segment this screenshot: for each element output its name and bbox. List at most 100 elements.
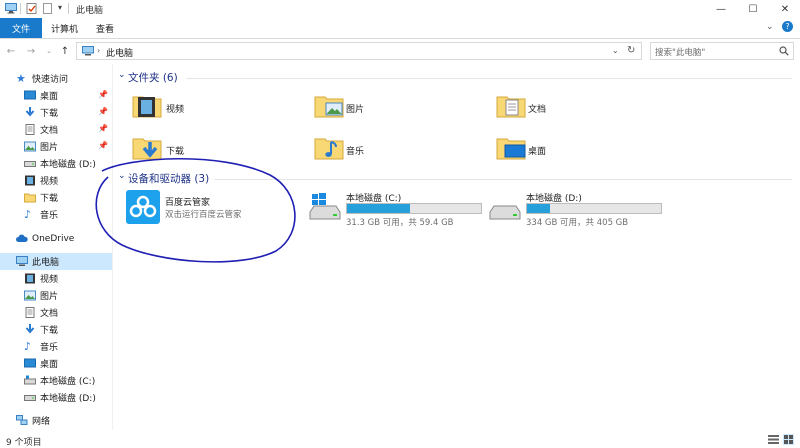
nav-onedrive[interactable]: OneDrive bbox=[0, 230, 112, 247]
nav-pc-desktop[interactable]: 桌面 bbox=[0, 355, 112, 372]
nav-pc-local-disk-c[interactable]: 本地磁盘 (C:) bbox=[0, 372, 112, 389]
drive-space-info: 334 GB 可用，共 405 GB bbox=[526, 218, 629, 228]
up-button[interactable]: ↑ bbox=[58, 44, 72, 58]
folder-tile-downloads[interactable]: 下载 bbox=[130, 132, 280, 166]
recent-locations-button[interactable]: ⌄ bbox=[42, 44, 56, 58]
pin-icon[interactable]: 📌 bbox=[98, 90, 108, 99]
drive-space-info: 31.3 GB 可用，共 59.4 GB bbox=[346, 218, 454, 228]
nav-pc-downloads[interactable]: 下载 bbox=[0, 321, 112, 338]
drive-tile-d[interactable]: 本地磁盘 (D:) 334 GB 可用，共 405 GB bbox=[486, 188, 664, 228]
nav-item-documents[interactable]: 文档 📌 bbox=[0, 121, 112, 138]
nav-label: 桌面 bbox=[40, 92, 59, 102]
desktop-icon bbox=[24, 90, 36, 100]
pin-icon[interactable]: 📌 bbox=[98, 107, 108, 116]
folder-label: 音乐 bbox=[346, 147, 365, 157]
breadcrumb-separator-icon: › bbox=[97, 46, 101, 55]
nav-pc-pictures[interactable]: 图片 bbox=[0, 287, 112, 304]
tiles-view-icon[interactable] bbox=[783, 434, 794, 445]
expand-ribbon-icon[interactable]: ⌄ bbox=[766, 22, 774, 32]
new-folder-icon[interactable] bbox=[42, 3, 54, 14]
nav-network[interactable]: 网络 bbox=[0, 412, 112, 429]
help-icon[interactable]: ? bbox=[782, 21, 793, 32]
collapse-chevron-icon[interactable]: ⌄ bbox=[118, 171, 126, 181]
tab-file[interactable]: 文件 bbox=[0, 18, 42, 38]
windows-drive-icon bbox=[24, 375, 36, 385]
music-icon: ♪ bbox=[24, 340, 32, 353]
close-button[interactable]: ✕ bbox=[768, 0, 800, 18]
tab-view[interactable]: 查看 bbox=[96, 18, 114, 38]
nav-label: 本地磁盘 (D:) bbox=[40, 394, 96, 404]
windows-drive-icon bbox=[309, 193, 341, 220]
nav-pc-music[interactable]: ♪ 音乐 bbox=[0, 338, 112, 355]
nav-label: 音乐 bbox=[40, 211, 59, 221]
breadcrumb-this-pc[interactable]: 此电脑 bbox=[106, 46, 133, 59]
window-title: 此电脑 bbox=[76, 6, 104, 16]
desktop-icon bbox=[24, 358, 36, 368]
ribbon-tabs: 文件 计算机 查看 ⌄ ? bbox=[0, 18, 800, 39]
document-folder-icon bbox=[496, 96, 526, 118]
nav-item-downloads-folder[interactable]: 下载 bbox=[0, 189, 112, 206]
maximize-button[interactable]: ☐ bbox=[736, 0, 770, 18]
folder-tile-pictures[interactable]: 图片 bbox=[312, 90, 462, 124]
nav-item-music[interactable]: ♪ 音乐 bbox=[0, 206, 112, 223]
nav-quick-access[interactable]: ★ 快速访问 bbox=[0, 70, 112, 87]
separator bbox=[20, 3, 21, 14]
app-tile-baidu-cloud[interactable]: 百度云管家 双击运行百度云管家 bbox=[124, 188, 284, 228]
minimize-button[interactable]: — bbox=[704, 0, 738, 18]
folder-tile-videos[interactable]: 视频 bbox=[130, 90, 280, 124]
forward-button[interactable]: → bbox=[24, 44, 38, 58]
drive-usage-bar bbox=[346, 203, 482, 214]
star-icon: ★ bbox=[16, 72, 26, 85]
details-view-icon[interactable] bbox=[768, 435, 779, 444]
search-input[interactable]: 搜索"此电脑" bbox=[655, 46, 705, 58]
tab-computer[interactable]: 计算机 bbox=[51, 18, 78, 38]
folder-tile-desktop[interactable]: 桌面 bbox=[494, 132, 644, 166]
address-dropdown-icon[interactable]: ⌄ bbox=[612, 46, 619, 55]
nav-pc-local-disk-d[interactable]: 本地磁盘 (D:) bbox=[0, 389, 112, 406]
separator bbox=[68, 3, 69, 14]
pin-icon[interactable]: 📌 bbox=[98, 141, 108, 150]
collapse-chevron-icon[interactable]: ⌄ bbox=[118, 70, 126, 80]
folder-icon bbox=[24, 193, 36, 203]
back-button[interactable]: ← bbox=[4, 44, 18, 58]
nav-item-pictures[interactable]: 图片 📌 bbox=[0, 138, 112, 155]
nav-item-videos[interactable]: 视频 bbox=[0, 172, 112, 189]
baidu-cloud-icon bbox=[126, 190, 160, 224]
nav-item-downloads[interactable]: 下载 📌 bbox=[0, 104, 112, 121]
devices-group-header[interactable]: 设备和驱动器 (3) bbox=[128, 171, 209, 186]
nav-pc-documents[interactable]: 文档 bbox=[0, 304, 112, 321]
picture-icon bbox=[24, 141, 36, 152]
folders-group-header[interactable]: 文件夹 (6) bbox=[128, 70, 178, 85]
picture-icon bbox=[24, 290, 36, 301]
refresh-icon[interactable]: ↻ bbox=[627, 45, 635, 56]
nav-label: 视频 bbox=[40, 177, 59, 187]
computer-icon[interactable] bbox=[5, 3, 17, 14]
nav-label: 音乐 bbox=[40, 343, 59, 353]
download-icon bbox=[25, 107, 35, 117]
download-folder-icon bbox=[132, 138, 162, 160]
app-name: 百度云管家 bbox=[165, 198, 211, 208]
folder-tile-music[interactable]: 音乐 bbox=[312, 132, 462, 166]
drive-tile-c[interactable]: 本地磁盘 (C:) 31.3 GB 可用，共 59.4 GB bbox=[306, 188, 484, 228]
folder-tile-documents[interactable]: 文档 bbox=[494, 90, 644, 124]
pane-divider[interactable] bbox=[112, 64, 113, 430]
nav-item-desktop[interactable]: 桌面 📌 bbox=[0, 87, 112, 104]
nav-label: 桌面 bbox=[40, 360, 59, 370]
nav-item-local-disk-d[interactable]: 本地磁盘 (D:) bbox=[0, 155, 112, 172]
pin-icon[interactable]: 📌 bbox=[98, 124, 108, 133]
desktop-folder-icon bbox=[496, 138, 526, 160]
nav-label: OneDrive bbox=[32, 233, 75, 244]
nav-label: 视频 bbox=[40, 275, 59, 285]
nav-label: 下载 bbox=[40, 109, 59, 119]
nav-label: 图片 bbox=[40, 143, 59, 153]
customize-toolbar-icon[interactable]: ▾ bbox=[58, 3, 62, 12]
item-count: 9 个项目 bbox=[6, 438, 42, 448]
search-box[interactable]: 搜索"此电脑" bbox=[650, 42, 794, 60]
nav-this-pc[interactable]: 此电脑 bbox=[0, 253, 112, 270]
drive-usage-fill bbox=[347, 204, 411, 213]
properties-icon[interactable] bbox=[26, 3, 38, 14]
nav-pc-videos[interactable]: 视频 bbox=[0, 270, 112, 287]
nav-label: 下载 bbox=[40, 194, 59, 204]
cloud-icon bbox=[16, 234, 28, 242]
address-bar[interactable]: › 此电脑 ⌄ ↻ bbox=[76, 42, 642, 60]
